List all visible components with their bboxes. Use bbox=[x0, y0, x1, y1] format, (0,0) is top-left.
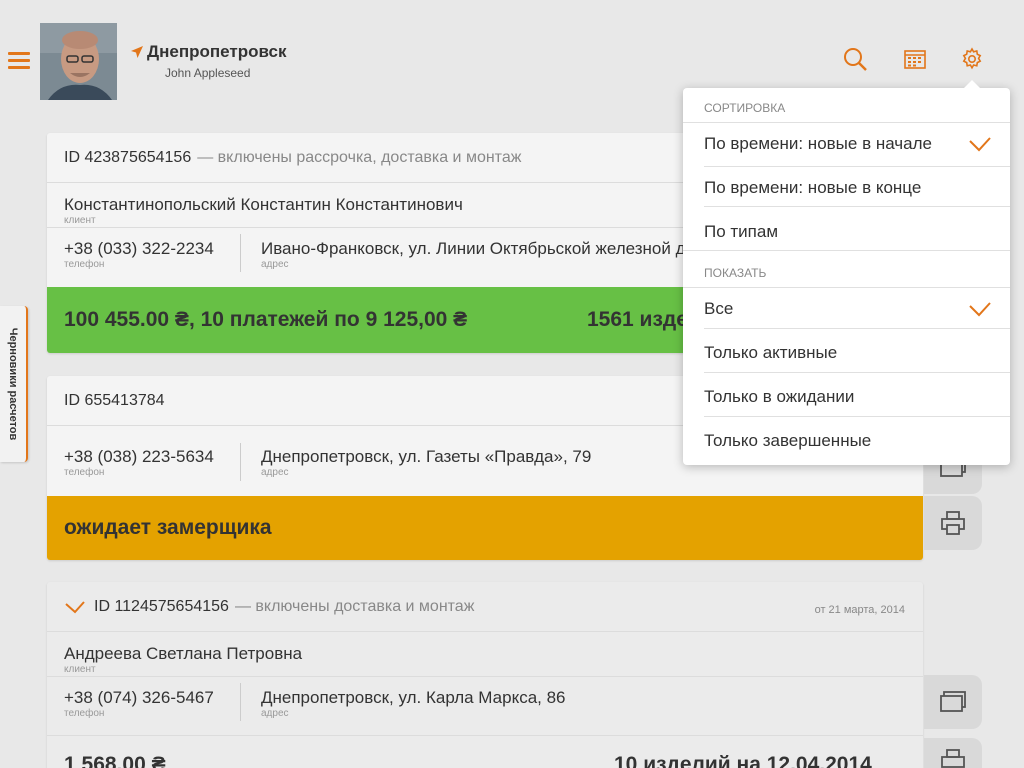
order-description: — включены доставка и монтаж bbox=[234, 597, 475, 615]
order-description: — включены рассрочка, доставка и монтаж bbox=[197, 148, 522, 166]
show-option[interactable]: Только в ожидании bbox=[683, 375, 1010, 419]
checkmark-icon bbox=[969, 137, 991, 152]
show-option-label: Только в ожидании bbox=[704, 387, 855, 406]
sort-section-title: Сортировка bbox=[704, 101, 786, 115]
print-icon bbox=[941, 749, 965, 768]
show-option-label: Все bbox=[704, 299, 734, 318]
phone-label: телефон bbox=[64, 708, 105, 719]
order-id: ID 1124575654156 bbox=[94, 597, 229, 615]
sort-option[interactable]: По времени: новые в начале bbox=[683, 122, 1010, 166]
divider bbox=[240, 683, 241, 721]
checkmark-icon bbox=[969, 302, 991, 317]
address-label: адрес bbox=[261, 708, 289, 719]
drafts-side-tab[interactable]: Черновики расчетов bbox=[0, 306, 28, 462]
address: Днепропетровск, ул. Газеты «Правда», 79 bbox=[261, 447, 592, 466]
items-count: 10 изделий на 12.04.2014 bbox=[614, 753, 872, 768]
print-icon bbox=[941, 511, 965, 535]
phone-number: +38 (074) 326-5467 bbox=[64, 688, 214, 707]
show-option[interactable]: Только активные bbox=[683, 331, 1010, 375]
show-option[interactable]: Только завершенные bbox=[683, 419, 1010, 463]
sort-option-label: По времени: новые в начале bbox=[704, 134, 932, 153]
calendar-icon[interactable] bbox=[901, 45, 929, 73]
divider bbox=[240, 234, 241, 272]
menu-icon[interactable] bbox=[8, 52, 30, 70]
address-label: адрес bbox=[261, 467, 289, 478]
client-name: Андреева Светлана Петровна bbox=[64, 644, 303, 663]
divider bbox=[704, 206, 1010, 207]
print-button[interactable] bbox=[924, 738, 982, 768]
payment-status-bar: 1 568.00 ₴ 10 изделий на 12.04.2014 bbox=[47, 736, 923, 768]
location-arrow-icon bbox=[131, 46, 143, 58]
avatar[interactable] bbox=[40, 23, 117, 100]
sort-option-label: По типам bbox=[704, 222, 779, 241]
divider bbox=[704, 416, 1010, 417]
order-header: ID 1124575654156 — включены доставка и м… bbox=[47, 582, 923, 632]
show-section-title: Показать bbox=[704, 266, 767, 280]
city-name: Днепропетровск bbox=[147, 42, 287, 61]
print-button[interactable] bbox=[924, 496, 982, 550]
user-name: John Appleseed bbox=[165, 66, 251, 80]
copy-icon bbox=[940, 691, 966, 712]
show-option-label: Только завершенные bbox=[704, 431, 872, 450]
phone-number: +38 (038) 223-5634 bbox=[64, 447, 214, 466]
contact-row: +38 (074) 326-5467 телефон Днепропетровс… bbox=[47, 677, 923, 736]
order-card[interactable]: ID 1124575654156 — включены доставка и м… bbox=[47, 582, 923, 768]
measurer-status-bar: ожидает замерщика bbox=[47, 496, 923, 560]
payment-summary: 1 568.00 ₴ bbox=[64, 753, 166, 768]
payment-summary: 100 455.00 ₴, 10 платежей по 9 125,00 ₴ bbox=[64, 308, 468, 331]
show-option-label: Только активные bbox=[704, 343, 838, 362]
location-label[interactable]: Днепропетровск bbox=[130, 42, 286, 62]
sort-filter-dropdown: Сортировка По времени: новые в начале По… bbox=[683, 80, 1010, 465]
search-icon[interactable] bbox=[841, 45, 869, 73]
divider bbox=[704, 328, 1010, 329]
divider bbox=[240, 443, 241, 481]
show-option[interactable]: Все bbox=[683, 287, 1010, 331]
gear-icon[interactable] bbox=[958, 45, 986, 73]
phone-label: телефон bbox=[64, 259, 105, 270]
phone-number: +38 (033) 322-2234 bbox=[64, 239, 214, 258]
status-text: ожидает замерщика bbox=[64, 516, 272, 539]
order-id: ID 423875654156 bbox=[64, 148, 192, 166]
copy-button[interactable] bbox=[924, 675, 982, 729]
address: Днепропетровск, ул. Карла Маркса, 86 bbox=[261, 688, 566, 707]
divider bbox=[704, 372, 1010, 373]
checkmark-icon bbox=[65, 600, 85, 613]
divider bbox=[683, 250, 1010, 251]
client-row: Андреева Светлана Петровна клиент bbox=[47, 632, 923, 677]
drafts-tab-label: Черновики расчетов bbox=[7, 327, 19, 441]
sort-option[interactable]: По времени: новые в конце bbox=[683, 166, 1010, 210]
sort-option[interactable]: По типам bbox=[683, 210, 1010, 254]
sort-option-label: По времени: новые в конце bbox=[704, 178, 922, 197]
order-date: от 21 марта, 2014 bbox=[814, 604, 905, 616]
phone-label: телефон bbox=[64, 467, 105, 478]
order-id: ID 655413784 bbox=[64, 391, 165, 409]
client-label: клиент bbox=[64, 664, 96, 675]
